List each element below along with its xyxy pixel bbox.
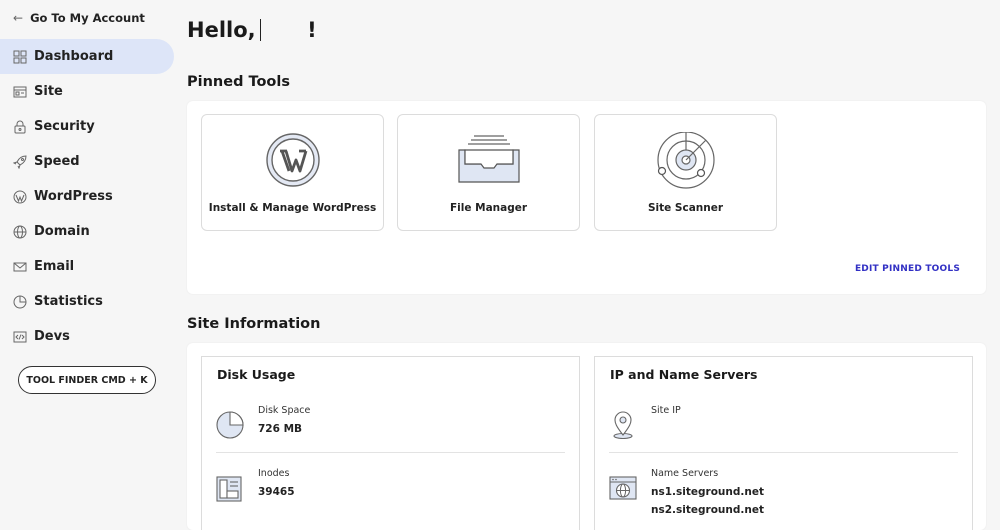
file-tray-icon <box>457 135 520 183</box>
inodes-value: 39465 <box>258 486 295 498</box>
arrow-left-icon: ← <box>13 11 24 25</box>
site-ip-label: Site IP <box>651 405 681 416</box>
pinned-tools-title: Pinned Tools <box>187 74 290 90</box>
sidebar-item-speed[interactable]: Speed <box>0 144 174 179</box>
sidebar-item-site[interactable]: Site <box>0 74 174 109</box>
site-information-title: Site Information <box>187 316 321 332</box>
disk-usage-title: Disk Usage <box>217 367 296 382</box>
sidebar-item-label: Speed <box>34 154 80 169</box>
sidebar-item-devs[interactable]: Devs <box>0 319 174 354</box>
go-to-account-label: Go To My Account <box>30 11 145 25</box>
disk-space-row: Disk Space 726 MB <box>202 405 579 455</box>
sidebar-item-wordpress[interactable]: WordPress <box>0 179 174 214</box>
lock-icon <box>14 120 26 133</box>
ip-name-servers-panel: IP and Name Servers Site IP Name Servers… <box>594 356 973 530</box>
name-server-1: ns1.siteground.net <box>651 486 764 498</box>
globe-icon <box>13 225 27 238</box>
sidebar-item-domain[interactable]: Domain <box>0 214 174 249</box>
tool-file-manager[interactable]: File Manager <box>397 114 580 231</box>
dashboard-icon <box>13 50 27 63</box>
edit-pinned-tools-link[interactable]: EDIT PINNED TOOLS <box>855 264 960 274</box>
tool-label: Install & Manage WordPress <box>208 202 377 214</box>
tool-label: Site Scanner <box>647 202 724 214</box>
name-server-2: ns2.siteground.net <box>651 504 764 516</box>
inodes-row: Inodes 39465 <box>202 468 579 518</box>
sidebar-item-label: Statistics <box>34 294 103 309</box>
text-cursor <box>259 19 262 41</box>
greeting-end: ! <box>307 18 317 42</box>
location-pin-icon <box>613 411 633 439</box>
radar-icon <box>656 132 715 189</box>
server-globe-icon <box>609 476 637 500</box>
page-title: Hello,! <box>187 18 317 42</box>
sidebar-item-label: Domain <box>34 224 90 239</box>
tool-site-scanner[interactable]: Site Scanner <box>594 114 777 231</box>
divider <box>609 452 958 453</box>
envelope-icon <box>13 262 27 271</box>
rocket-icon <box>13 154 27 169</box>
sidebar-nav: Dashboard Site Security Speed WordPress … <box>0 39 174 354</box>
sidebar-item-label: WordPress <box>34 189 113 204</box>
greeting-text: Hello, <box>187 18 256 42</box>
sidebar: ← Go To My Account Dashboard Site Securi… <box>0 0 174 530</box>
sidebar-item-label: Email <box>34 259 75 274</box>
pinned-tools-card: Install & Manage WordPress File Manager <box>187 101 986 294</box>
sidebar-item-dashboard[interactable]: Dashboard <box>0 39 174 74</box>
inodes-label: Inodes <box>258 468 290 479</box>
tool-install-manage-wordpress[interactable]: Install & Manage WordPress <box>201 114 384 231</box>
sidebar-item-security[interactable]: Security <box>0 109 174 144</box>
divider <box>216 452 565 453</box>
disk-space-value: 726 MB <box>258 423 303 435</box>
sidebar-item-label: Security <box>34 119 95 134</box>
pie-chart-icon <box>216 411 244 439</box>
site-information-card: Disk Usage Disk Space 726 MB Inodes 3946… <box>187 343 986 530</box>
name-servers-label: Name Servers <box>651 468 719 479</box>
inodes-icon <box>216 476 242 502</box>
sidebar-item-label: Dashboard <box>34 49 114 64</box>
sidebar-item-label: Devs <box>34 329 70 344</box>
site-icon <box>13 86 27 97</box>
name-servers-row: Name Servers ns1.siteground.net ns2.site… <box>595 468 972 518</box>
wordpress-logo-icon <box>265 133 320 187</box>
wordpress-icon <box>13 190 27 203</box>
site-ip-row: Site IP <box>595 405 972 455</box>
pie-chart-icon <box>13 295 27 308</box>
tool-label: File Manager <box>449 202 528 214</box>
tool-finder-button[interactable]: TOOL FINDER CMD + K <box>18 366 156 394</box>
go-to-account-link[interactable]: ← Go To My Account <box>13 11 145 25</box>
sidebar-item-email[interactable]: Email <box>0 249 174 284</box>
sidebar-item-label: Site <box>34 84 63 99</box>
disk-usage-panel: Disk Usage Disk Space 726 MB Inodes 3946… <box>201 356 580 530</box>
code-icon <box>13 331 27 342</box>
sidebar-item-statistics[interactable]: Statistics <box>0 284 174 319</box>
ip-name-servers-title: IP and Name Servers <box>610 367 758 382</box>
disk-space-label: Disk Space <box>258 405 311 416</box>
